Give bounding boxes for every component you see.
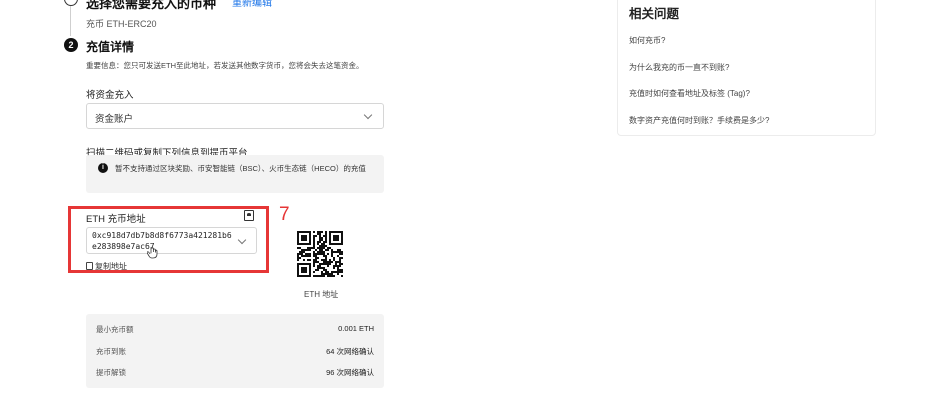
step-connector-line bbox=[70, 6, 71, 36]
info-key: 充币到账 bbox=[96, 347, 126, 356]
faq-item-link[interactable]: 充值时如何查看地址及标签 (Tag)? bbox=[629, 88, 750, 99]
info-value: 0.001 ETH bbox=[338, 324, 374, 333]
step1-title: 选择您需要充入的币种 bbox=[86, 0, 217, 11]
qr-caption: ETH 地址 bbox=[304, 290, 339, 299]
unsupported-notice-text: 暂不支持通过区块奖励、币安智能链（BSC）、火币生态链（HECO）的充值 bbox=[115, 164, 366, 173]
annotation-step-number: 7 bbox=[279, 204, 290, 225]
info-key: 最小充币额 bbox=[96, 325, 134, 334]
unsupported-notice-box: i 暂不支持通过区块奖励、币安智能链（BSC）、火币生态链（HECO）的充值 bbox=[86, 155, 384, 193]
qr-code bbox=[297, 231, 343, 277]
info-row-unlock: 提币解锁 96 次网络确认 bbox=[96, 364, 374, 380]
info-row-min-deposit: 最小充币额 0.001 ETH bbox=[96, 321, 374, 337]
info-row-arrival: 充币到账 64 次网络确认 bbox=[96, 343, 374, 359]
re-edit-link[interactable]: 重新编辑 bbox=[232, 0, 272, 9]
faq-item-link[interactable]: 如何充币? bbox=[629, 35, 665, 46]
step2-indicator: 2 bbox=[64, 38, 78, 52]
fund-destination-label: 将资金充入 bbox=[86, 90, 134, 101]
fund-destination-value: 资金账户 bbox=[95, 114, 134, 125]
info-value: 96 次网络确认 bbox=[326, 368, 374, 377]
deposit-info-table: 最小充币额 0.001 ETH 充币到账 64 次网络确认 提币解锁 96 次网… bbox=[86, 314, 384, 388]
selected-coin-text: 充币 ETH-ERC20 bbox=[86, 19, 157, 29]
related-questions-panel: 相关问题 如何充币? 为什么我充的币一直不到账? 充值时如何查看地址及标签 (T… bbox=[617, 0, 876, 136]
info-icon: i bbox=[98, 163, 108, 173]
info-key: 提币解锁 bbox=[96, 368, 126, 377]
step2-title: 充值详情 bbox=[86, 40, 135, 54]
faq-item-link[interactable]: 为什么我充的币一直不到账? bbox=[629, 62, 729, 73]
annotation-highlight-box bbox=[68, 206, 269, 273]
important-notice: 重要信息：您只可发送ETH至此地址，若发送其他数字货币，您将会失去这笔资金。 bbox=[86, 61, 364, 70]
info-value: 64 次网络确认 bbox=[326, 347, 374, 356]
faq-title: 相关问题 bbox=[629, 7, 680, 21]
chevron-down-icon bbox=[363, 110, 373, 120]
fund-destination-select[interactable]: 资金账户 bbox=[86, 103, 384, 129]
faq-item-link[interactable]: 数字资产充值何时到账？手续费是多少? bbox=[629, 115, 769, 126]
step1-indicator bbox=[64, 0, 78, 6]
